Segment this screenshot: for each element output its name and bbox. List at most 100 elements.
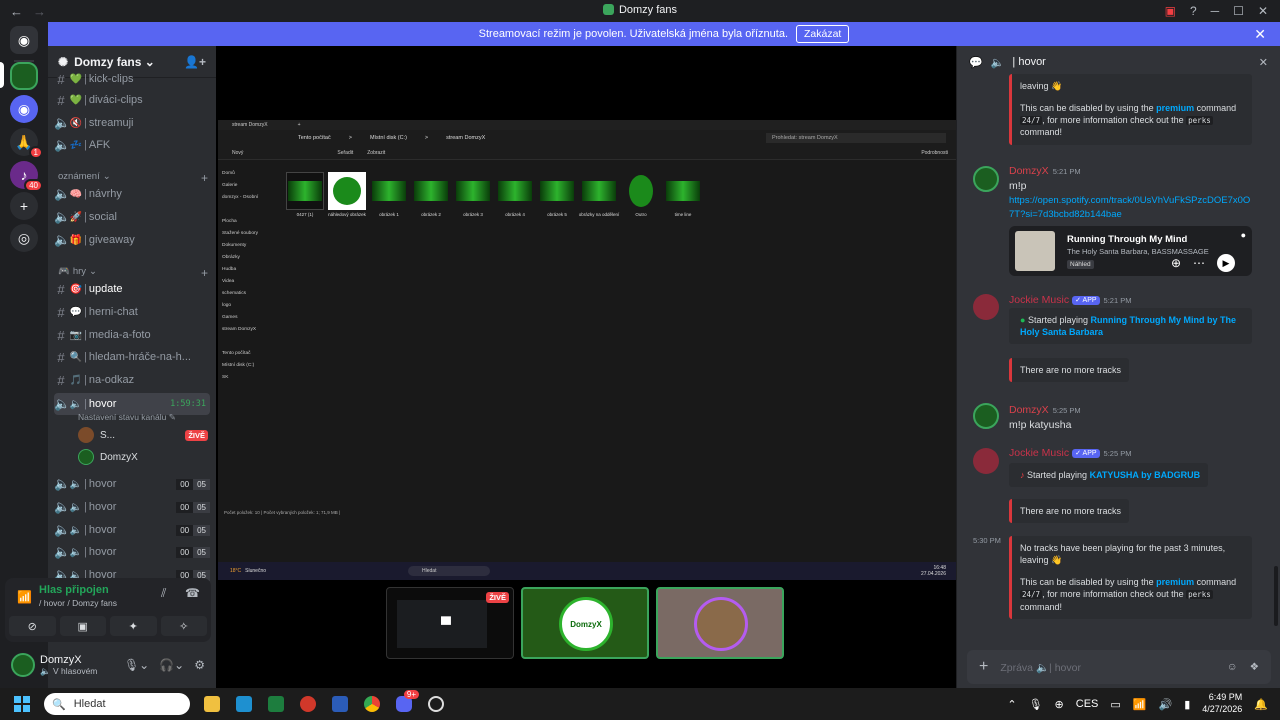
scrollbar[interactable] <box>1274 566 1278 626</box>
wifi-icon[interactable]: 📶 <box>1133 698 1147 711</box>
apps-icon[interactable]: ❖ <box>1250 661 1259 673</box>
forward-arrow-icon[interactable]: → <box>33 4 46 19</box>
avatar[interactable] <box>11 653 35 677</box>
emoji-icon[interactable]: ☺ <box>1227 661 1238 673</box>
voice-status[interactable]: Hlas připojen <box>39 584 109 596</box>
more-icon[interactable]: ⋯ <box>1193 256 1205 270</box>
channel-na-odkaz[interactable]: # 🎵 | na-odkaz <box>54 370 210 390</box>
voice-channel-afk[interactable]: 🔈 💤 | AFK <box>54 135 210 155</box>
back-arrow-icon[interactable]: ← <box>10 4 23 19</box>
add-channel-icon[interactable]: + <box>201 266 208 280</box>
voice-channel-hovor[interactable]: 🔈 🔈 | hovor 00 05 <box>54 497 210 517</box>
avatar[interactable] <box>973 166 999 192</box>
maximize-icon[interactable]: ☐ <box>1233 4 1244 18</box>
battery-icon[interactable]: ▮ <box>1184 698 1190 711</box>
message-input[interactable]: + Zpráva 🔈| hovor ☺ ❖ <box>967 650 1271 684</box>
close-icon[interactable]: ✕ <box>1259 56 1268 69</box>
add-icon[interactable]: ⊕ <box>1171 256 1181 270</box>
screen-share-button[interactable]: ▣ <box>59 616 106 636</box>
display-icon[interactable]: ▭ <box>1110 698 1120 711</box>
taskbar-search[interactable]: 🔍 Hledat <box>44 693 190 715</box>
server-purple-icon[interactable]: ♪ 40 <box>10 161 43 192</box>
voice-channel-hovor[interactable]: 🔈 🔈 | hovor 00 05 <box>54 542 210 562</box>
channel-herni-chat[interactable]: # 💬 | herni-chat <box>54 302 210 322</box>
headphones-icon[interactable]: 🎧⌄ <box>159 658 184 672</box>
file-explorer-icon[interactable] <box>204 696 220 712</box>
channel-giveaway[interactable]: 🔈 🎁 | giveaway <box>54 230 210 250</box>
avatar[interactable] <box>973 294 999 320</box>
notification-bell-icon[interactable]: 🔔 <box>1254 698 1268 711</box>
discord-home-icon[interactable]: ◉ <box>10 26 38 54</box>
github-icon[interactable] <box>428 696 444 712</box>
server-hands-icon[interactable]: 🙏 1 <box>10 128 43 159</box>
volume-icon[interactable]: 🔊 <box>1158 698 1172 711</box>
voice-user[interactable]: DomzyX <box>78 448 208 466</box>
avatar[interactable] <box>973 448 999 474</box>
language-indicator[interactable]: CES <box>1076 698 1099 710</box>
excel-icon[interactable] <box>268 696 284 712</box>
stream-stage[interactable]: stream DomzyX + Tento počítač > Místní disk… <box>216 46 956 688</box>
signal-icon[interactable]: 📶 <box>17 590 32 604</box>
channel-social[interactable]: 🔈 🚀 | social <box>54 207 210 227</box>
help-icon[interactable]: ? <box>1190 4 1197 18</box>
channel-update[interactable]: # 🎯 | update <box>54 279 210 299</box>
category-hry[interactable]: 🎮 hry ⌄ + <box>58 266 208 280</box>
settings-gear-icon[interactable]: ⚙ <box>194 658 205 672</box>
word-icon[interactable] <box>332 696 348 712</box>
play-button[interactable]: ▶ <box>1217 254 1235 272</box>
disconnect-icon[interactable]: ☎ <box>185 586 200 600</box>
channel-media-a-foto[interactable]: # 📷 | media-a-foto <box>54 325 210 345</box>
message-author[interactable]: Jockie Music ✓ APP 5:21 PM <box>1009 294 1131 306</box>
chevron-up-icon[interactable]: ⌃ <box>1007 698 1016 711</box>
channel-status[interactable]: Nastavení stavu kanálu ✎ <box>78 412 176 423</box>
channel-navrhy[interactable]: 🔈 🧠 | návrhy <box>54 184 210 204</box>
voice-channel-hovor[interactable]: 🔈 🔈 | hovor 00 05 <box>54 474 210 494</box>
channel-hledam-hrace[interactable]: # 🔍 | hledam-hráče-na-h... <box>54 347 210 367</box>
message-author[interactable]: Jockie Music ✓ APP 5:25 PM <box>1009 447 1131 459</box>
add-server-icon[interactable]: + <box>10 192 38 220</box>
disable-streamer-mode-button[interactable]: Zakázat <box>796 25 850 43</box>
explore-icon[interactable]: ◎ <box>10 224 38 252</box>
message-author[interactable]: DomzyX 5:25 PM <box>1009 404 1081 416</box>
windows-start-icon[interactable] <box>14 696 30 712</box>
channel-divaci-clips[interactable]: # 💚 | diváci-clips <box>54 90 210 110</box>
server-domzy-fans-icon[interactable] <box>10 62 38 90</box>
speaker-icon: 🔈 <box>54 115 71 130</box>
invite-icon[interactable]: 👤+ <box>184 55 206 69</box>
activities-button[interactable]: ✦ <box>110 616 157 636</box>
noise-suppression-icon[interactable]: ⫽ <box>161 586 166 601</box>
screen-share-video[interactable]: stream DomzyX + Tento počítač > Místní disk… <box>218 120 956 580</box>
attach-plus-icon[interactable]: + <box>979 658 988 676</box>
discord-icon[interactable]: 9+ <box>396 690 419 712</box>
chrome-icon[interactable] <box>364 696 380 712</box>
category-oznameni[interactable]: oznámení ⌄ + <box>58 171 208 185</box>
outlook-icon[interactable] <box>236 696 252 712</box>
file-thumbnail <box>580 172 618 210</box>
user-count: 00 05 <box>176 478 210 490</box>
server-discord-icon[interactable]: ◉ <box>10 95 38 123</box>
add-channel-icon[interactable]: + <box>201 171 208 185</box>
participant-tile[interactable]: DomzyX <box>521 587 649 659</box>
channel-kick-clips[interactable]: # 💚 | kick-clips <box>54 69 210 89</box>
soundboard-button[interactable]: ✧ <box>160 616 207 636</box>
inbox-icon[interactable]: ▣ <box>1165 4 1176 18</box>
spotify-embed[interactable]: Running Through My Mind The Holy Santa B… <box>1009 226 1252 276</box>
voice-channel-hovor[interactable]: 🔈 🔈 | hovor 00 05 <box>54 520 210 540</box>
minimize-icon[interactable]: ─ <box>1211 4 1220 18</box>
voice-chat-panel: 💬 🔈 | hovor ✕ leaving 👋 This can be disa… <box>956 46 1280 688</box>
message-author[interactable]: DomzyX 5:21 PM <box>1009 165 1081 177</box>
spotify-link[interactable]: https://open.spotify.com/track/0UsVhVuFk… <box>1009 194 1254 222</box>
microphone-icon[interactable]: 🎙⌄ <box>124 658 149 672</box>
taskbar-clock[interactable]: 6:49 PM 4/27/2026 <box>1202 692 1242 715</box>
participant-tile[interactable] <box>656 587 784 659</box>
microphone-icon[interactable]: 🎙 <box>1029 698 1043 711</box>
voice-user[interactable]: S... ŽIVĚ <box>78 426 208 444</box>
close-icon[interactable]: ✕ <box>1254 26 1266 43</box>
network-icon[interactable]: ⊕ <box>1055 698 1064 711</box>
voice-channel-streamuji[interactable]: 🔈 🔇 | streamuji <box>54 113 210 133</box>
avatar[interactable] <box>973 403 999 429</box>
media-app-icon[interactable] <box>300 696 316 712</box>
camera-off-button[interactable]: ⊘ <box>9 616 56 636</box>
close-icon[interactable]: ✕ <box>1258 4 1268 18</box>
stream-tile[interactable]: ŽIVĚ ▀ <box>386 587 514 659</box>
